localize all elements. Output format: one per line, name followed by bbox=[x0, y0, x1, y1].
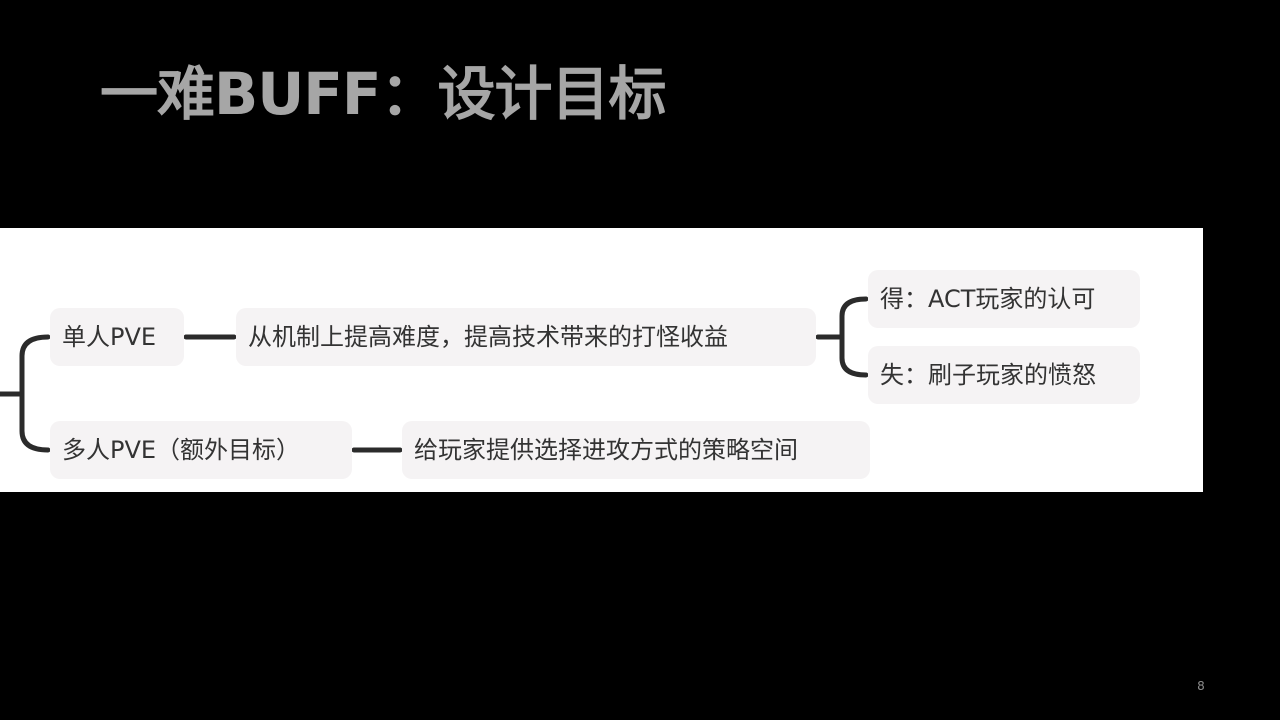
page-number: 8 bbox=[1197, 679, 1205, 693]
slide-title: 一难BUFF：设计目标 bbox=[100, 60, 667, 128]
goal-single-pve: 从机制上提高难度，提高技术带来的打怪收益 bbox=[236, 308, 816, 366]
goal-multi-pve: 给玩家提供选择进攻方式的策略空间 bbox=[402, 421, 870, 479]
branch-multi-pve: 多人PVE（额外目标） bbox=[50, 421, 352, 479]
root-bracket bbox=[19, 334, 51, 453]
outcome-bracket bbox=[839, 296, 869, 378]
mindmap-panel: 单人PVE 从机制上提高难度，提高技术带来的打怪收益 得：ACT玩家的认可 失：… bbox=[0, 228, 1203, 492]
outcome-loss: 失：刷子玩家的愤怒 bbox=[868, 346, 1140, 404]
branch-single-pve: 单人PVE bbox=[50, 308, 184, 366]
slide: 一难BUFF：设计目标 单人PVE 从机制上提高难度，提高技术带来的打怪收益 得… bbox=[0, 0, 1280, 720]
outcome-gain: 得：ACT玩家的认可 bbox=[868, 270, 1140, 328]
